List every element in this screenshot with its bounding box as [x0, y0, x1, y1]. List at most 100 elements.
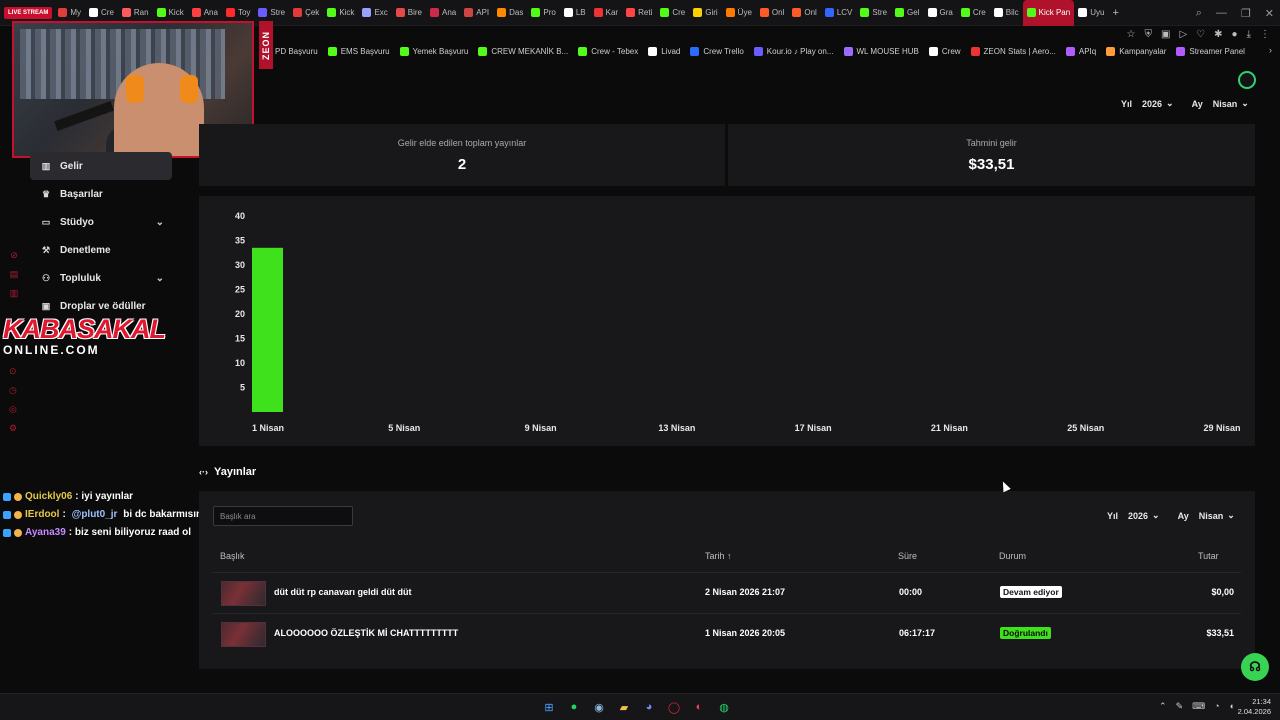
stream-title[interactable]: düt düt rp canavarı geldi düt düt	[274, 587, 412, 597]
browser-tab[interactable]: LB	[560, 0, 590, 26]
sidebar-item[interactable]: ⚇ Topluluk ⌄	[30, 264, 172, 292]
sidebar-item[interactable]: ♛ Başarılar	[30, 180, 172, 208]
browser-tab[interactable]: Exc	[358, 0, 391, 26]
browser-tab[interactable]: Stre	[856, 0, 891, 26]
menu-icon[interactable]: ⋮	[1260, 29, 1270, 40]
browser-tab[interactable]: Bilc	[990, 0, 1023, 26]
revenue-bar[interactable]	[252, 247, 283, 412]
new-tab-button[interactable]: +	[1108, 0, 1122, 26]
table-row[interactable]: ALOOOOOO ÖZLEŞTİK Mİ CHATTTTTTTTT 1 Nisan…	[213, 613, 1241, 654]
pen-icon[interactable]: ✎	[1176, 701, 1184, 712]
browser-tab[interactable]: Kick Pan	[1022, 0, 1075, 26]
streams-year-dropdown[interactable]: 2026 ⌄	[1124, 510, 1164, 521]
rail-icon-6[interactable]: ◎	[9, 404, 17, 417]
tray-overflow-icon[interactable]: ⌃	[1159, 701, 1167, 712]
browser-tab[interactable]: Onl	[756, 0, 788, 26]
opera-gx-icon[interactable]: ◐	[691, 699, 707, 715]
column-date-header[interactable]: Tarih ↑	[705, 551, 732, 561]
spotify-icon[interactable]: ●	[566, 699, 582, 715]
bookmark-item[interactable]: WL MOUSE HUB	[843, 46, 919, 56]
volume-icon[interactable]: ◖	[1229, 701, 1234, 712]
month-filter-label: Ay	[1191, 98, 1203, 109]
month-dropdown[interactable]: Nisan ⌄	[1209, 98, 1253, 109]
browser-tab[interactable]: Cre	[656, 0, 689, 26]
sidebar-item[interactable]: ▥ Gelir	[30, 152, 172, 180]
bookmarks-overflow-icon[interactable]: ›	[1269, 45, 1272, 55]
close-window-button[interactable]: ✕	[1265, 7, 1274, 20]
profile-icon[interactable]: ●	[1232, 29, 1238, 40]
support-chat-button[interactable]: ☊	[1241, 653, 1269, 681]
browser-tab[interactable]: Uyu	[1074, 0, 1108, 26]
stream-search-input[interactable]	[213, 506, 353, 526]
taskbar-clock[interactable]: 21:34 2.04.2026	[1238, 697, 1271, 717]
browser-tab[interactable]: Çek	[289, 0, 323, 26]
extension-shield-icon[interactable]: ⛨	[1145, 29, 1153, 40]
minimize-button[interactable]: —	[1216, 7, 1227, 19]
steam-icon[interactable]: ◉	[591, 699, 607, 715]
chart-icon: ▥	[41, 160, 51, 171]
sidebar-item[interactable]: ▭ Stüdyo ⌄	[30, 208, 172, 236]
column-duration-header[interactable]: Süre	[898, 551, 917, 561]
column-amount-header[interactable]: Tutar	[1198, 551, 1219, 561]
bookmark-star-icon[interactable]: ☆	[1127, 29, 1136, 40]
bookmark-item[interactable]: EMS Başvuru	[327, 46, 390, 56]
browser-tab[interactable]: Das	[493, 0, 527, 26]
browser-tab[interactable]: API	[460, 0, 493, 26]
column-status-header[interactable]: Durum	[999, 551, 1026, 561]
discord-icon[interactable]: ◕	[641, 699, 657, 715]
play-icon[interactable]: ▷	[1179, 29, 1187, 40]
bookmark-item[interactable]: Yemek Başvuru	[399, 46, 468, 56]
browser-tab[interactable]: Kar	[590, 0, 622, 26]
kick-avatar-icon[interactable]	[1238, 71, 1256, 89]
bookmark-item[interactable]: Livad	[648, 46, 680, 56]
streams-month-dropdown[interactable]: Nisan ⌄	[1195, 510, 1239, 521]
rail-icon-4[interactable]: ⊙	[9, 366, 17, 379]
search-tabs-icon[interactable]: ⌕	[1196, 7, 1202, 20]
browser-tab[interactable]: Giri	[689, 0, 721, 26]
browser-tab[interactable]: Bire	[392, 0, 426, 26]
bookmark-item[interactable]: Crew	[928, 46, 961, 56]
rail-icon-7[interactable]: ⚙	[9, 423, 17, 436]
bookmark-item[interactable]: APIq	[1065, 46, 1096, 56]
whatsapp-icon[interactable]: ◍	[716, 699, 732, 715]
bookmark-item[interactable]: Kour.io ♪ Play on...	[753, 46, 834, 56]
browser-tab[interactable]: Onl	[788, 0, 820, 26]
bookmark-item[interactable]: Crew Trello	[690, 46, 744, 56]
browser-tab[interactable]: Üye	[722, 0, 756, 26]
browser-tab[interactable]: Kick	[323, 0, 358, 26]
sidebar-item-label: Başarılar	[60, 188, 103, 200]
stream-thumbnail	[221, 581, 266, 606]
extensions-icon[interactable]: ✱	[1214, 29, 1222, 40]
stream-title[interactable]: ALOOOOOO ÖZLEŞTİK Mİ CHATTTTTTTTT	[274, 628, 458, 638]
browser-tab[interactable]: Gra	[924, 0, 957, 26]
rail-icon-1[interactable]: ⊘	[9, 250, 19, 263]
file-explorer-icon[interactable]: ▰	[616, 699, 632, 715]
heart-icon[interactable]: ♡	[1196, 29, 1205, 40]
browser-tab[interactable]: Cre	[957, 0, 990, 26]
rail-icon-2[interactable]: ▤	[9, 269, 19, 282]
browser-tab[interactable]: Ana	[426, 0, 460, 26]
wifi-icon[interactable]: ◔	[1214, 701, 1219, 712]
table-row[interactable]: düt düt rp canavarı geldi düt düt 2 Nisan…	[213, 572, 1241, 613]
tab-favicon-icon	[927, 8, 937, 17]
bookmark-item[interactable]: Kampanyalar	[1106, 46, 1166, 56]
browser-tab[interactable]: Pro	[527, 0, 559, 26]
bookmark-item[interactable]: Streamer Panel	[1176, 46, 1245, 56]
windows-start-icon[interactable]: ⊞	[541, 699, 557, 715]
column-title-header[interactable]: Başlık	[220, 551, 245, 561]
browser-tab[interactable]: LCV	[821, 0, 857, 26]
bookmark-item[interactable]: CREW MEKANİK B...	[478, 46, 568, 56]
bookmark-item[interactable]: Crew - Tebex	[578, 46, 638, 56]
opera-icon[interactable]: ◯	[666, 699, 682, 715]
sidebar-item[interactable]: ⚒ Denetleme	[30, 236, 172, 264]
year-dropdown[interactable]: 2026 ⌄	[1138, 98, 1178, 109]
restore-button[interactable]: ❐	[1241, 7, 1251, 20]
rail-icon-5[interactable]: ◷	[9, 385, 17, 398]
browser-tab[interactable]: Reti	[622, 0, 656, 26]
extension-twitch-icon[interactable]: ▣	[1161, 29, 1170, 40]
browser-tab[interactable]: Gel	[891, 0, 923, 26]
language-icon[interactable]: ⌨	[1192, 701, 1205, 712]
download-icon[interactable]: ⤓	[1247, 29, 1251, 40]
rail-icon-3[interactable]: ▥	[9, 288, 19, 301]
bookmark-item[interactable]: ZEON Stats | Aero...	[970, 46, 1056, 56]
